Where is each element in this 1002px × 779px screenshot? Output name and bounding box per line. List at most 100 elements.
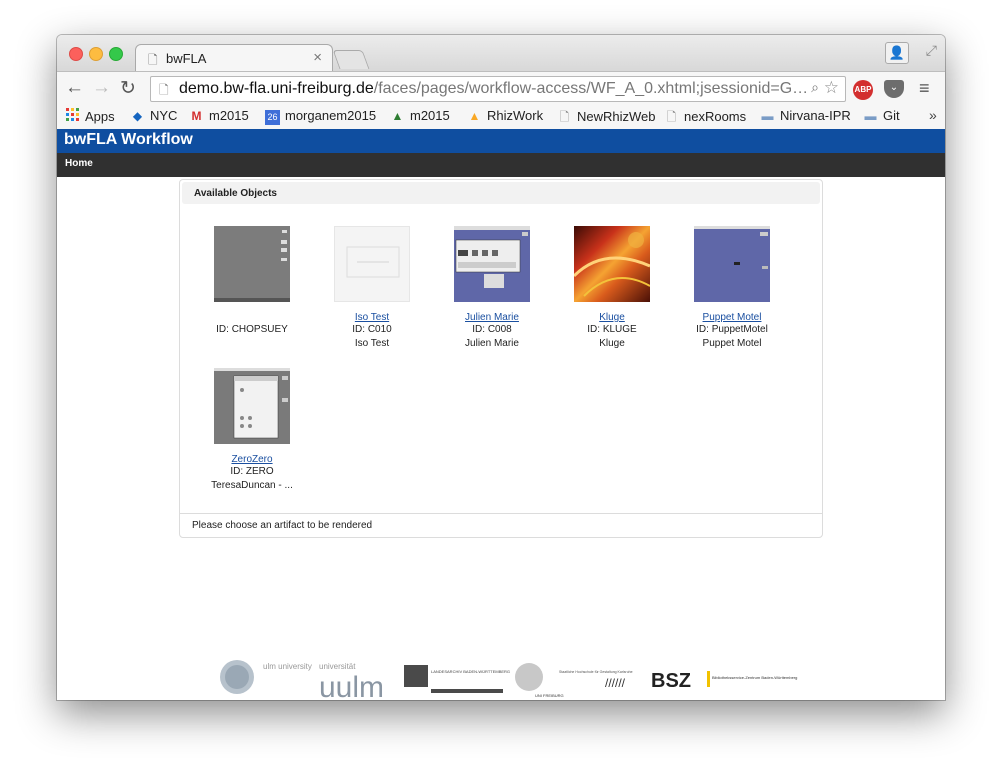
folder-icon: ▬ — [864, 109, 877, 123]
browser-window: 🗋 bwFLA × 👤 ⤢ ← → ↻ 🗋 demo.bw-fla.uni-fr… — [57, 35, 945, 700]
close-tab-icon[interactable]: × — [313, 49, 322, 66]
object-id: ID: ZERO — [230, 466, 274, 477]
zoom-search-icon[interactable]: ⌕ — [811, 79, 819, 96]
logo-landesarchiv: LANDESARCHIV BADEN-WÜRTTEMBERG — [431, 669, 510, 674]
browser-tab[interactable]: 🗋 bwFLA × — [135, 44, 333, 72]
drive-icon: ▲ — [391, 109, 404, 123]
panel-title: Available Objects — [194, 188, 277, 199]
new-tab-button[interactable] — [332, 50, 370, 69]
address-bar[interactable]: 🗋 demo.bw-fla.uni-freiburg.de/faces/page… — [150, 76, 846, 102]
bookmark-label: m2015 — [209, 108, 249, 123]
url-text[interactable]: demo.bw-fla.uni-freiburg.de/faces/pages/… — [179, 80, 808, 98]
object-id: ID: C010 — [352, 324, 392, 335]
bookmark-label: Apps — [85, 109, 115, 124]
bookmark-nexrooms[interactable]: 🗋 nexRooms — [664, 108, 746, 129]
object-id: ID: PuppetMotel — [696, 324, 768, 335]
object-thumbnail[interactable] — [454, 226, 530, 302]
object-thumbnail[interactable] — [214, 226, 290, 302]
bookmark-label: NewRhizWeb — [577, 109, 656, 124]
logo-bsz: BSZ — [651, 670, 691, 692]
logo-bsz-subtitle: Bibliotheksservice-Zentrum Baden-Württem… — [712, 675, 797, 680]
object-link[interactable]: Kluge — [552, 312, 672, 323]
bookmark-label: m2015 — [410, 108, 450, 123]
bookmark-label: morganem2015 — [285, 108, 377, 123]
bookmark-label: nexRooms — [684, 109, 747, 124]
tab-title: bwFLA — [166, 51, 207, 66]
bookmark-apps[interactable]: Apps — [65, 108, 115, 124]
bookmark-label: Git — [883, 108, 900, 123]
folder-icon: ▬ — [761, 109, 774, 123]
logo-uulm: uulm — [319, 671, 384, 700]
bookmark-label: NYC — [150, 108, 178, 123]
bookmark-git[interactable]: ▬ Git — [863, 108, 900, 123]
close-window-button[interactable] — [69, 47, 83, 61]
zoom-window-button[interactable] — [109, 47, 123, 61]
page-icon: 🗋 — [666, 110, 677, 124]
title-bar: 🗋 bwFLA × 👤 ⤢ — [57, 35, 945, 72]
menu-hamburger-icon[interactable]: ≡ — [919, 78, 930, 99]
page-icon: 🗋 — [559, 110, 570, 124]
url-host: demo.bw-fla.uni-freiburg.de — [179, 80, 374, 97]
bookmark-newrhizweb[interactable]: 🗋 NewRhizWeb — [557, 108, 656, 129]
object-link[interactable]: Iso Test — [312, 312, 432, 323]
logo-ulm-university: ulm university — [263, 662, 312, 671]
object-item-zerozero[interactable]: ZeroZero ID: ZERO TeresaDuncan - ... — [192, 368, 312, 498]
more-bookmarks-icon[interactable]: » — [929, 107, 937, 123]
object-thumbnail[interactable] — [214, 368, 290, 444]
bookmark-label: Nirvana-IPR — [780, 108, 851, 123]
page-content: bwFLA Workflow Home Available Objects ID… — [57, 129, 945, 700]
reload-icon[interactable]: ↻ — [120, 77, 136, 100]
app-menubar: Home — [57, 153, 945, 177]
object-thumbnail[interactable] — [574, 226, 650, 302]
app-header: bwFLA Workflow — [57, 129, 945, 153]
object-thumbnail[interactable] — [334, 226, 410, 302]
pocket-icon[interactable]: ⌄ — [884, 80, 904, 98]
menu-home-link[interactable]: Home — [65, 158, 93, 169]
bookmark-star-icon[interactable]: ☆ — [824, 78, 839, 98]
object-thumbnail[interactable] — [694, 226, 770, 302]
bookmark-nirvana-ipr[interactable]: ▬ Nirvana-IPR — [760, 108, 851, 123]
object-item-puppet-motel[interactable]: Puppet Motel ID: PuppetMotel Puppet Mote… — [672, 226, 792, 356]
object-item-kluge[interactable]: Kluge ID: KLUGE Kluge — [552, 226, 672, 356]
logo-universitaet: universität — [319, 662, 356, 671]
object-id: ID: CHOPSUEY — [216, 324, 288, 335]
forward-arrow-icon[interactable]: → — [92, 77, 111, 99]
minimize-window-button[interactable] — [89, 47, 103, 61]
object-item-iso-test[interactable]: Iso Test ID: C010 Iso Test — [312, 226, 432, 356]
logo-hfg-karlsruhe: Staatliche Hochschule für Gestaltung Kar… — [559, 670, 633, 674]
object-link[interactable]: ZeroZero — [192, 454, 312, 465]
noaa-icon: ◆ — [132, 109, 143, 123]
bookmark-morganem2015[interactable]: 26 morganem2015 — [265, 108, 376, 125]
partner-logos-graphic: ulm university universität uulm LANDESAR… — [220, 660, 797, 700]
bookmark-nyc[interactable]: ◆ NYC — [130, 108, 178, 123]
object-link[interactable]: Julien Marie — [432, 312, 552, 323]
calendar-icon: 26 — [265, 110, 280, 125]
svg-text://////: ////// — [605, 676, 626, 690]
page-icon: 🗋 — [159, 83, 169, 97]
logo-uni-freiburg: UNI FREIBURG — [535, 693, 564, 698]
app-title: bwFLA Workflow — [64, 131, 193, 148]
available-objects-panel: Available Objects ID: CHOPSUEY Iso Test … — [179, 179, 823, 538]
bookmark-m2015-drive[interactable]: ▲ m2015 — [390, 108, 450, 123]
drive-icon: ▲ — [468, 109, 481, 123]
object-link[interactable]: Puppet Motel — [672, 312, 792, 323]
object-item-chopsuey[interactable]: ID: CHOPSUEY — [192, 226, 312, 356]
bookmark-rhizwork[interactable]: ▲ RhizWork — [467, 108, 544, 123]
back-arrow-icon[interactable]: ← — [65, 77, 84, 99]
bookmark-m2015-gmail[interactable]: Mm2015 — [189, 108, 249, 123]
gmail-icon: M — [191, 109, 202, 123]
object-description: Puppet Motel — [702, 338, 762, 349]
object-item-julien-marie[interactable]: Julien Marie ID: C008 Julien Marie — [432, 226, 552, 356]
object-description: Julien Marie — [465, 338, 519, 349]
fullscreen-icon[interactable]: ⤢ — [926, 42, 937, 59]
panel-footer: Please choose an artifact to be rendered — [180, 513, 822, 538]
adblock-plus-icon[interactable]: ABP — [853, 80, 873, 100]
profile-icon[interactable]: 👤 — [885, 42, 909, 64]
partner-logos: ulm university universität uulm LANDESAR… — [57, 659, 945, 700]
object-description: Iso Test — [354, 338, 390, 349]
browser-toolbar: ← → ↻ 🗋 demo.bw-fla.uni-freiburg.de/face… — [57, 71, 945, 106]
bookmark-label: RhizWork — [487, 108, 544, 123]
panel-header: Available Objects — [182, 182, 820, 204]
url-path: /faces/pages/workflow-access/WF_A_0.xhtm… — [373, 80, 809, 97]
panel-footer-text: Please choose an artifact to be rendered — [192, 520, 373, 531]
